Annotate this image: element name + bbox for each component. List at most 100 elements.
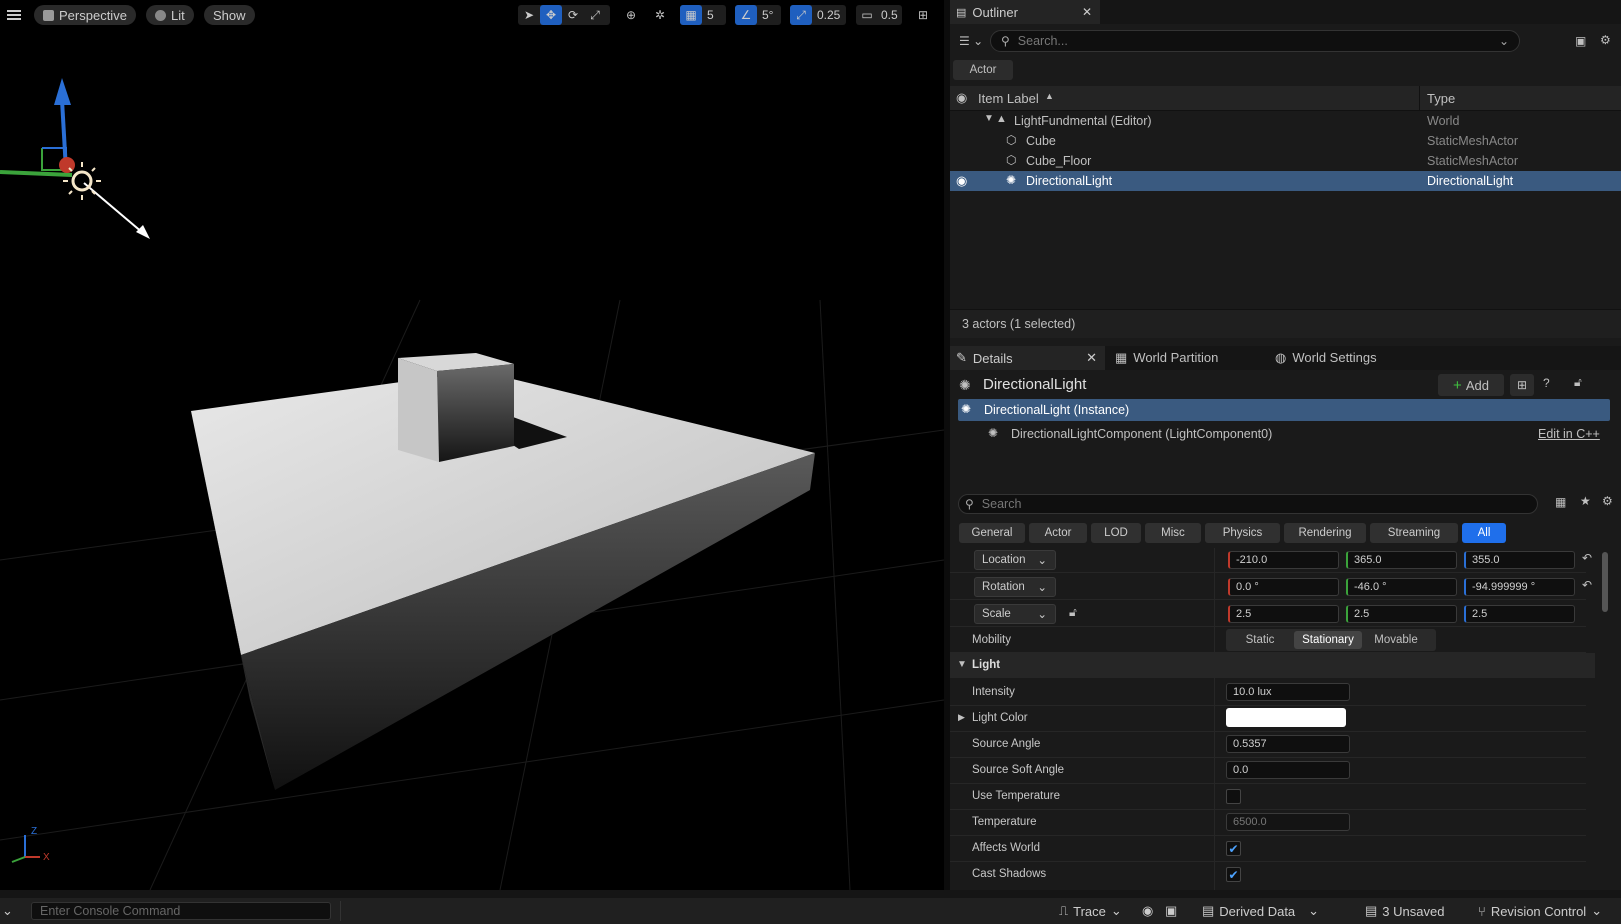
intensity-field[interactable]: 10.0 lux (1226, 683, 1350, 701)
translate-icon[interactable]: ✥ (540, 5, 562, 25)
reset-icon[interactable]: ↶ (1582, 551, 1592, 565)
rotation-y-field[interactable]: -46.0 ° (1346, 578, 1457, 596)
gear-icon[interactable]: ⚙ (1602, 494, 1613, 508)
details-search-input[interactable]: ⚲ Search (958, 494, 1538, 514)
category-streaming[interactable]: Streaming (1370, 523, 1458, 543)
outliner-tab-label: Outliner (972, 4, 1018, 20)
grid-icon: ▦ (680, 5, 702, 25)
scale-icon[interactable]: ⤢ (584, 5, 606, 25)
perspective-button[interactable]: Perspective (34, 5, 136, 25)
reset-icon[interactable]: ↶ (1582, 578, 1592, 592)
tab-details[interactable]: ✎ Details ✕ (950, 346, 1105, 370)
table-row[interactable]: ⬡ Cube_Floor StaticMeshActor (950, 151, 1621, 171)
table-row[interactable]: ▼ ▲ LightFundmental (Editor) World (950, 111, 1621, 131)
cast-shadows-checkbox[interactable]: ✔ (1226, 867, 1241, 882)
filter-icon[interactable]: ☰ ⌄ (959, 34, 983, 48)
revision-control-button[interactable]: ⑂ Revision Control ⌄ (1478, 898, 1602, 924)
light-section-header[interactable]: ▼ Light (950, 653, 1595, 678)
scale-x-field[interactable]: 2.5 (1228, 605, 1339, 623)
table-view-icon[interactable]: ▦ (1555, 495, 1566, 509)
chevron-down-icon[interactable]: ⌄ (2, 898, 13, 924)
location-y-field[interactable]: 365.0 (1346, 551, 1457, 569)
component-row[interactable]: ✺ DirectionalLightComponent (LightCompon… (958, 423, 1610, 445)
rotate-icon[interactable]: ⟳ (562, 5, 584, 25)
derived-data-button[interactable]: ▤ Derived Data ⌄ (1202, 898, 1319, 924)
hamburger-icon[interactable] (5, 7, 23, 23)
source-angle-field[interactable]: 0.5357 (1226, 735, 1350, 753)
revision-control-label: Revision Control (1490, 903, 1587, 919)
scale-dropdown[interactable]: Scale ⌄ (974, 604, 1056, 624)
trace-label: Trace (1073, 903, 1106, 919)
mobility-stationary[interactable]: Stationary (1294, 631, 1362, 649)
use-temperature-checkbox[interactable] (1226, 789, 1241, 804)
close-icon[interactable]: ✕ (1086, 350, 1097, 366)
category-general[interactable]: General (959, 523, 1025, 543)
tab-world-settings[interactable]: ◍ World Settings (1275, 350, 1377, 366)
col-type[interactable]: Type (1427, 91, 1455, 106)
expand-arrow-icon[interactable]: ▶ (958, 712, 965, 723)
category-lod[interactable]: LOD (1091, 523, 1141, 543)
category-actor[interactable]: Actor (1029, 523, 1087, 543)
unsaved-button[interactable]: ▤ 3 Unsaved (1365, 898, 1444, 924)
plus-icon: + (1453, 376, 1462, 394)
category-rendering[interactable]: Rendering (1284, 523, 1366, 543)
mobility-movable[interactable]: Movable (1362, 634, 1430, 646)
layout-icon[interactable]: ⊞ (912, 5, 934, 25)
location-dropdown[interactable]: Location ⌄ (974, 550, 1056, 570)
details-scrollbar[interactable] (1602, 548, 1608, 890)
category-misc[interactable]: Misc (1145, 523, 1201, 543)
panel-splitter[interactable] (944, 0, 950, 890)
scrollbar-thumb[interactable] (1602, 552, 1608, 612)
actor-filter-chip[interactable]: Actor (953, 60, 1013, 80)
temperature-field[interactable]: 6500.0 (1226, 813, 1350, 831)
grid-snap-toggle[interactable]: ▦ 5 (680, 5, 726, 25)
rotation-z-field[interactable]: -94.999999 ° (1464, 578, 1575, 596)
blueprint-icon[interactable]: ⊞ (1510, 374, 1534, 396)
camera-speed-button[interactable]: ▭ 0.5 (856, 5, 902, 25)
tab-world-partition[interactable]: ▦ World Partition (1115, 350, 1218, 366)
trace-button[interactable]: ⎍ Trace ⌄ (1059, 898, 1122, 924)
star-icon[interactable]: ★ (1580, 494, 1591, 508)
surface-snap-icon[interactable]: ✲ (649, 5, 671, 25)
select-cursor-icon[interactable]: ➤ (518, 5, 540, 25)
world-partition-label: World Partition (1133, 350, 1219, 365)
scale-snap-toggle[interactable]: ⤢ 0.25 (790, 5, 846, 25)
source-soft-angle-field[interactable]: 0.0 (1226, 761, 1350, 779)
add-component-button[interactable]: + Add (1438, 374, 1504, 396)
screenshot-icon[interactable]: ▣ (1165, 898, 1177, 924)
edit-in-cpp-link[interactable]: Edit in C++ (1538, 427, 1600, 441)
instance-row[interactable]: ✺ DirectionalLight (Instance) (958, 399, 1610, 421)
lock-icon[interactable]: 🔓︎ (1574, 375, 1582, 390)
help-icon[interactable]: ? (1543, 376, 1550, 390)
location-x-field[interactable]: -210.0 (1228, 551, 1339, 569)
console-command-input[interactable]: Enter Console Command (31, 902, 331, 920)
scale-y-field[interactable]: 2.5 (1346, 605, 1457, 623)
location-z-field[interactable]: 355.0 (1464, 551, 1575, 569)
table-row[interactable]: ◉ ✺ DirectionalLight DirectionalLight (950, 171, 1621, 191)
rotation-dropdown[interactable]: Rotation ⌄ (974, 577, 1056, 597)
outliner-search-input[interactable]: ⚲ Search... ⌄ (990, 30, 1520, 52)
close-icon[interactable]: ✕ (1082, 5, 1092, 19)
col-item-label[interactable]: Item Label (978, 91, 1039, 106)
scale-z-field[interactable]: 2.5 (1464, 605, 1575, 623)
tab-outliner[interactable]: ▤ Outliner ✕ (950, 0, 1100, 24)
level-viewport[interactable]: Z X Perspective Lit Show ➤ ✥ ⟳ ⤢ ⊕ ✲ ▦ 5… (0, 0, 944, 890)
show-button[interactable]: Show (204, 5, 255, 25)
eye-icon[interactable]: ◉ (956, 173, 967, 189)
table-row[interactable]: ⬡ Cube StaticMeshActor (950, 131, 1621, 151)
world-icon[interactable]: ⊕ (620, 5, 642, 25)
eye-icon[interactable]: ◉ (956, 90, 967, 106)
lock-icon[interactable]: 🔓︎ (1069, 605, 1077, 620)
category-physics[interactable]: Physics (1205, 523, 1280, 543)
rotation-x-field[interactable]: 0.0 ° (1228, 578, 1339, 596)
record-icon[interactable]: ◉ (1142, 898, 1153, 924)
mobility-static[interactable]: Static (1226, 634, 1294, 646)
lit-button[interactable]: Lit (146, 5, 194, 25)
affects-world-checkbox[interactable]: ✔ (1226, 841, 1241, 856)
rotation-snap-toggle[interactable]: ∠ 5° (735, 5, 781, 25)
new-folder-icon[interactable]: ▣ (1575, 34, 1586, 48)
category-all[interactable]: All (1462, 523, 1506, 543)
light-color-swatch[interactable] (1226, 708, 1346, 727)
collapse-arrow-icon[interactable]: ▼ (984, 113, 994, 124)
gear-icon[interactable]: ⚙ (1600, 33, 1611, 47)
